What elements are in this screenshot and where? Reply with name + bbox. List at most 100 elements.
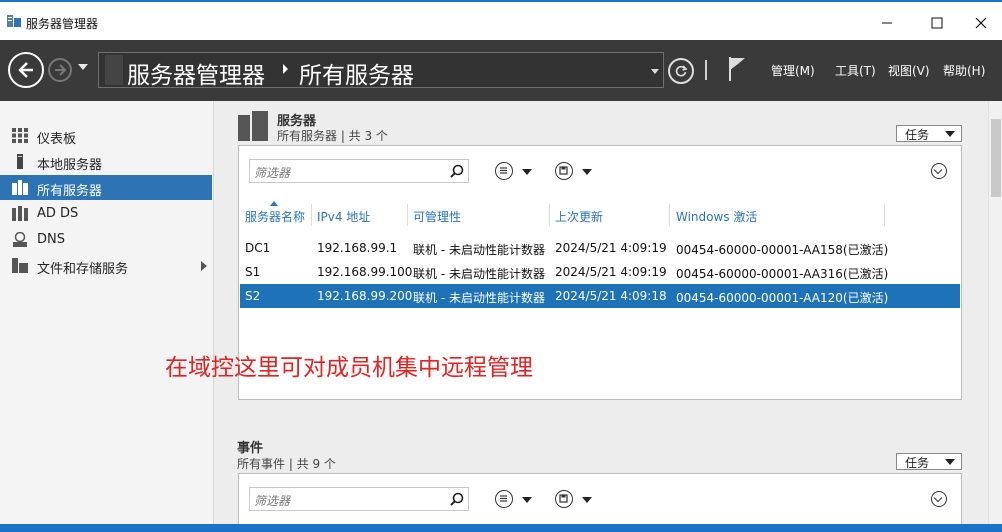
dashboard-icon [12,128,28,143]
save-icon [555,490,573,508]
breadcrumb-start [105,55,123,85]
breadcrumb-current[interactable]: 所有服务器 [299,56,414,90]
minimize-button[interactable] [864,10,910,36]
back-arrow-icon [18,62,33,78]
cell-last-update: 2024/5/21 4:09:18 [555,289,667,303]
sidebar-item-label: 仪表板 [37,132,77,147]
main-content: 服务器 所有服务器 | 共 3 个 任务 筛选器 服务器名称 IPv4 地址 可… [214,101,988,532]
column-divider [549,204,550,226]
chevron-down-icon [582,169,592,175]
chevron-down-icon [945,131,955,137]
menu-view[interactable]: 视图(V) [888,62,930,79]
tasks-label: 任务 [905,456,930,470]
sidebar-item-label: 文件和存储服务 [37,262,129,277]
collapse-panel-button[interactable] [931,163,947,179]
servers-filter-input[interactable]: 筛选器 [249,159,469,183]
minimize-icon [882,22,892,24]
column-divider [669,204,670,226]
maximize-icon [931,17,943,29]
menu-help[interactable]: 帮助(H) [943,62,985,79]
column-header-manageability[interactable]: 可管理性 [413,208,461,225]
cell-windows-activation: 00454-60000-00001-AA158(已激活) [676,243,889,257]
column-header-name[interactable]: 服务器名称 [245,208,305,225]
forward-button[interactable] [48,58,72,82]
table-row[interactable]: S1 192.168.99.100 联机 - 未启动性能计数器 2024/5/2… [240,260,960,284]
cell-ipv4: 192.168.99.1 [317,241,398,255]
local-server-icon [17,154,23,169]
cell-server-name: S1 [245,265,261,279]
sidebar-item-label: DNS [37,232,65,247]
chevron-down-icon [582,497,592,503]
column-divider [407,204,408,226]
column-header-windows-activation[interactable]: Windows 激活 [676,208,757,225]
column-header-last-update[interactable]: 上次更新 [555,208,603,225]
servers-section-subtitle: 所有服务器 | 共 3 个 [277,129,388,143]
nav-separator [705,60,707,80]
sidebar-item-dashboard[interactable]: 仪表板 [0,123,212,148]
search-icon[interactable] [450,164,464,178]
filter-placeholder: 筛选器 [254,494,291,508]
filter-placeholder: 筛选器 [254,166,291,180]
refresh-button[interactable] [668,58,694,84]
breadcrumb-separator-icon [283,64,288,74]
chevron-down-icon [522,497,532,503]
back-button[interactable] [8,52,44,88]
events-tasks-button[interactable]: 任务 [896,453,962,470]
all-servers-icon [12,180,28,195]
cell-last-update: 2024/5/21 4:09:19 [555,265,667,279]
breadcrumb-root[interactable]: 服务器管理器 [127,56,265,90]
servers-section-icon [238,111,268,141]
collapse-panel-button[interactable] [931,491,947,507]
maximize-button[interactable] [914,10,960,36]
cell-manageability: 联机 - 未启动性能计数器 [413,243,545,257]
sidebar-item-local-server[interactable]: 本地服务器 [0,149,212,174]
sidebar-item-label: 所有服务器 [37,184,103,199]
sidebar-item-dns[interactable]: DNS [0,227,212,252]
list-icon [495,490,513,508]
breadcrumb-dropdown-icon[interactable] [651,69,659,74]
chevron-down-icon [522,169,532,175]
cell-server-name: S2 [245,289,261,303]
dns-icon [13,232,27,247]
cell-last-update: 2024/5/21 4:09:19 [555,241,667,255]
menu-tools[interactable]: 工具(T) [835,62,876,79]
refresh-icon [675,65,688,77]
navigation-bar: 服务器管理器 所有服务器 管理(M) 工具(T) 视图(V) 帮助(H) [0,40,1002,101]
cell-windows-activation: 00454-60000-00001-AA120(已激活) [676,291,889,305]
file-storage-icon [12,258,28,273]
expand-arrow-icon[interactable] [201,261,207,271]
close-button[interactable] [958,10,1002,36]
cell-ipv4: 192.168.99.200 [317,289,413,303]
sidebar-item-all-servers[interactable]: 所有服务器 [0,175,212,200]
title-bar: 服务器管理器 [0,0,1002,40]
sidebar-item-file-storage[interactable]: 文件和存储服务 [0,253,212,278]
column-divider [884,204,885,226]
sidebar-item-label: 本地服务器 [37,158,103,173]
save-icon [555,162,573,180]
menu-manage[interactable]: 管理(M) [771,62,815,79]
column-header-ipv4[interactable]: IPv4 地址 [317,208,370,225]
events-section-subtitle: 所有事件 | 共 9 个 [237,457,336,471]
search-icon[interactable] [450,492,464,506]
list-icon [495,162,513,180]
vertical-scrollbar[interactable] [988,101,1002,532]
taskbar-strip [0,524,1002,532]
close-icon [975,17,987,29]
forward-arrow-icon [55,64,67,76]
sort-ascending-icon [270,201,278,206]
ad-ds-icon [12,206,28,221]
events-filter-input[interactable]: 筛选器 [249,487,469,511]
history-dropdown-icon[interactable] [78,64,88,70]
notifications-flag-icon[interactable] [728,56,748,82]
scrollbar-thumb[interactable] [991,119,1001,197]
servers-tasks-button[interactable]: 任务 [896,125,962,142]
tasks-label: 任务 [905,128,930,142]
cell-manageability: 联机 - 未启动性能计数器 [413,267,545,281]
sidebar-item-ad-ds[interactable]: AD DS [0,201,212,226]
cell-ipv4: 192.168.99.100 [317,265,413,279]
annotation-text: 在域控这里可对成员机集中远程管理 [165,355,533,381]
breadcrumb[interactable]: 服务器管理器 所有服务器 [98,52,664,90]
table-row-selected[interactable]: S2 192.168.99.200 联机 - 未启动性能计数器 2024/5/2… [240,284,960,308]
table-row[interactable]: DC1 192.168.99.1 联机 - 未启动性能计数器 2024/5/21… [240,236,960,260]
sidebar: 仪表板 本地服务器 所有服务器 AD DS DNS 文件和存储服务 [0,101,214,532]
